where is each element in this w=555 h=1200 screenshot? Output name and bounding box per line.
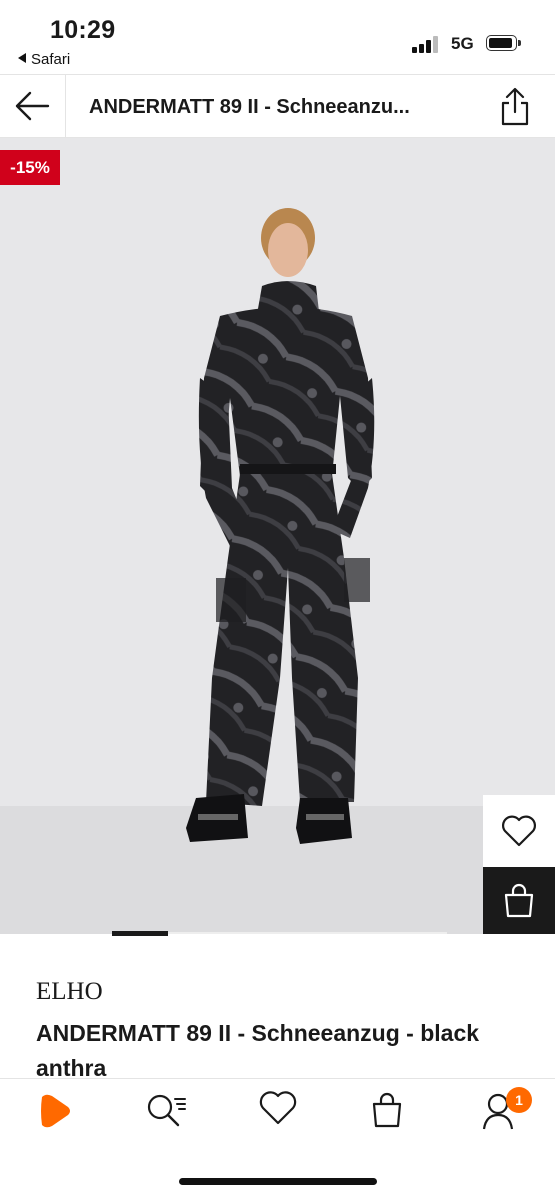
carousel-active-indicator [112, 931, 168, 936]
arrow-left-icon [15, 91, 50, 121]
zalando-play-icon [41, 1094, 70, 1128]
tab-home[interactable] [34, 1091, 84, 1135]
brand-name[interactable]: ELHO [36, 978, 103, 1006]
signal-strength-icon [412, 35, 442, 53]
shopping-bag-icon [504, 883, 534, 918]
tab-wishlist[interactable] [259, 1091, 309, 1135]
tab-bag[interactable] [371, 1091, 421, 1135]
shopping-bag-icon [372, 1092, 402, 1128]
share-button[interactable] [498, 87, 532, 127]
page-title: ANDERMATT 89 II - Schneeanzu... [89, 96, 410, 118]
back-triangle-icon [18, 53, 26, 63]
status-bar: 10:29 Safari 5G [0, 0, 555, 74]
notification-badge: 1 [506, 1087, 532, 1113]
tab-account[interactable]: 1 [482, 1087, 532, 1135]
product-photo-model [186, 208, 375, 844]
image-carousel-indicator [0, 930, 555, 938]
add-to-bag-button[interactable] [483, 867, 555, 934]
heart-icon [502, 815, 536, 847]
back-to-safari-link[interactable]: Safari [18, 51, 70, 68]
back-app-label: Safari [31, 51, 71, 68]
search-icon [147, 1094, 186, 1127]
status-time: 10:29 [50, 16, 116, 44]
product-title: ANDERMATT 89 II - Schneeanzug - black an… [36, 1020, 480, 1081]
home-indicator [179, 1178, 377, 1185]
nav-header: ANDERMATT 89 II - Schneeanzu... [0, 74, 555, 138]
add-to-wishlist-button[interactable] [483, 795, 555, 867]
battery-icon [486, 35, 522, 53]
back-button[interactable] [0, 75, 66, 137]
network-type: 5G [451, 34, 474, 53]
share-icon [501, 87, 529, 126]
heart-icon [259, 1091, 297, 1125]
tab-search[interactable] [145, 1091, 195, 1135]
discount-badge: -15% [0, 150, 60, 185]
product-image-gallery[interactable]: -15% [0, 138, 555, 934]
